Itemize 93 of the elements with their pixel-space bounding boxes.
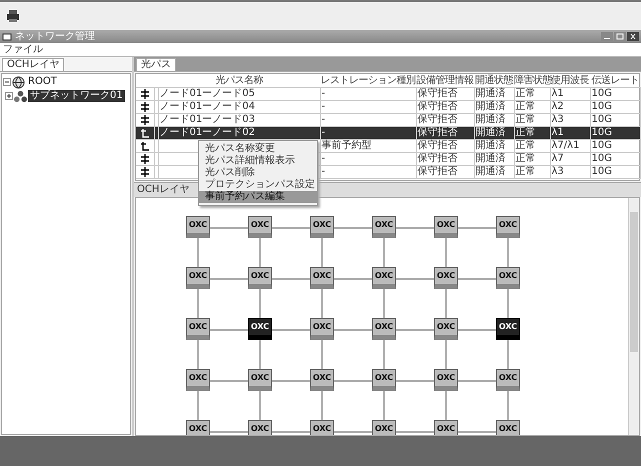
oxc-node[interactable]: OXC: [496, 267, 520, 289]
table-cell: λ7/λ1: [552, 140, 580, 151]
table-cell: -: [322, 101, 326, 112]
column-header[interactable]: 開通状態: [474, 74, 514, 88]
table-cell: 10G: [592, 88, 612, 99]
window-title: ネットワーク管理: [15, 30, 95, 42]
column-header[interactable]: 使用波長: [550, 74, 590, 88]
column-header[interactable]: 設備管理情報: [416, 74, 474, 88]
oxc-node[interactable]: OXC: [496, 318, 520, 340]
table-cell: 開通済: [476, 166, 506, 177]
table-cell: λ7: [552, 153, 564, 164]
table-cell: -: [322, 127, 326, 138]
table-cell: 正常: [516, 153, 536, 164]
oxc-node[interactable]: OXC: [310, 267, 334, 289]
table-cell: 開通済: [476, 88, 506, 99]
table-cell: 正常: [516, 88, 536, 99]
table-cell: ノード01ーノード04: [160, 101, 255, 112]
table-cell: 保守拒否: [418, 166, 458, 177]
oxc-node[interactable]: OXC: [434, 267, 458, 289]
table-cell: 保守拒否: [418, 101, 458, 112]
table-cell: 事前予約型: [322, 140, 372, 151]
table-cell: 保守拒否: [418, 127, 458, 138]
path-tab[interactable]: 光パス: [136, 58, 176, 71]
table-cell: -: [322, 166, 326, 177]
oxc-node[interactable]: OXC: [186, 420, 210, 435]
table-cell: ノード01ーノード03: [160, 114, 255, 125]
table-cell: 保守拒否: [418, 114, 458, 125]
table-cell: 10G: [592, 153, 612, 164]
oxc-node[interactable]: OXC: [496, 369, 520, 391]
oxc-node[interactable]: OXC: [434, 369, 458, 391]
table-cell: λ2: [552, 101, 564, 112]
table-cell: λ1: [552, 88, 564, 99]
oxc-node[interactable]: OXC: [434, 318, 458, 340]
table-cell: -: [322, 114, 326, 125]
table-cell: 正常: [516, 166, 536, 177]
oxc-node[interactable]: OXC: [186, 216, 210, 238]
oxc-node[interactable]: OXC: [496, 216, 520, 238]
oxc-node[interactable]: OXC: [310, 318, 334, 340]
table-cell: 正常: [516, 127, 536, 138]
oxc-node[interactable]: OXC: [186, 369, 210, 391]
table-cell: 開通済: [476, 140, 506, 151]
table-cell: 正常: [516, 140, 536, 151]
table-cell: -: [322, 88, 326, 99]
oxc-node[interactable]: OXC: [248, 420, 272, 435]
oxc-node[interactable]: OXC: [496, 420, 520, 435]
oxc-node[interactable]: OXC: [310, 216, 334, 238]
column-header[interactable]: 障害状態: [514, 74, 550, 88]
table-cell: 10G: [592, 166, 612, 177]
table-cell: 保守拒否: [418, 140, 458, 151]
oxc-node[interactable]: OXC: [310, 420, 334, 435]
table-cell: 保守拒否: [418, 88, 458, 99]
table-cell: 正常: [516, 114, 536, 125]
tree-item[interactable]: サブネットワーク01: [28, 90, 125, 102]
table-cell: 開通済: [476, 101, 506, 112]
menu-item[interactable]: ファイル: [3, 44, 43, 56]
oxc-node[interactable]: OXC: [186, 267, 210, 289]
menu-item[interactable]: プロテクションパス設定: [199, 179, 317, 191]
oxc-node[interactable]: OXC: [310, 369, 334, 391]
oxc-node[interactable]: OXC: [248, 318, 272, 340]
table-cell: λ3: [552, 166, 564, 177]
table-cell: λ3: [552, 114, 564, 125]
table-cell: 10G: [592, 101, 612, 112]
oxc-node[interactable]: OXC: [248, 369, 272, 391]
oxc-node[interactable]: OXC: [186, 318, 210, 340]
menu-item[interactable]: 事前予約パス編集: [199, 191, 317, 203]
table-cell: -: [322, 153, 326, 164]
oxc-node[interactable]: OXC: [248, 216, 272, 238]
oxc-node[interactable]: OXC: [248, 267, 272, 289]
table-cell: 開通済: [476, 114, 506, 125]
layer-tab[interactable]: OCHレイヤ: [2, 58, 64, 71]
table-cell: 保守拒否: [418, 153, 458, 164]
table-cell: 10G: [592, 127, 612, 138]
table-cell: 10G: [592, 114, 612, 125]
tree-item[interactable]: ROOT: [26, 76, 59, 88]
oxc-node[interactable]: OXC: [372, 420, 396, 435]
oxc-node[interactable]: OXC: [372, 267, 396, 289]
table-cell: 正常: [516, 101, 536, 112]
oxc-node[interactable]: OXC: [434, 420, 458, 435]
table-cell: 開通済: [476, 127, 506, 138]
column-header[interactable]: 伝送レート: [590, 74, 640, 88]
table-cell: 開通済: [476, 153, 506, 164]
column-header[interactable]: レストレーション種別: [320, 74, 416, 88]
oxc-node[interactable]: OXC: [372, 318, 396, 340]
table-cell: ノード01ーノード02: [160, 127, 255, 138]
topology-tab[interactable]: OCHレイヤ: [134, 184, 192, 196]
table-cell: λ1: [552, 127, 564, 138]
column-header[interactable]: 光パス名称: [158, 74, 320, 88]
oxc-node[interactable]: OXC: [372, 369, 396, 391]
oxc-node[interactable]: OXC: [434, 216, 458, 238]
menu-item[interactable]: 光パス名称変更: [199, 143, 317, 155]
table-cell: ノード01ーノード05: [160, 88, 255, 99]
table-cell: 10G: [592, 140, 612, 151]
oxc-node[interactable]: OXC: [372, 216, 396, 238]
